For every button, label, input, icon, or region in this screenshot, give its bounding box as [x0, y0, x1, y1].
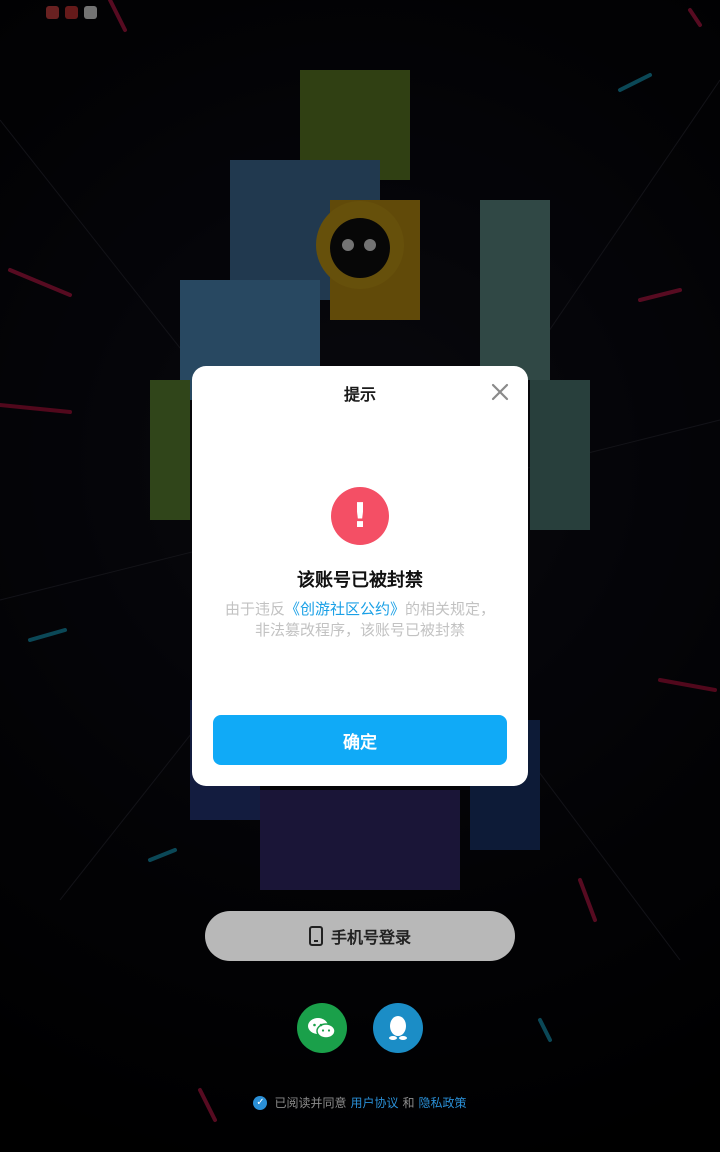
- dialog-heading: 该账号已被封禁: [297, 570, 423, 591]
- agreement-line: ✓ 已阅读并同意 用户协议 和 隐私政策: [0, 1094, 720, 1111]
- qq-icon: [389, 1016, 407, 1040]
- wechat-login-button[interactable]: [297, 1003, 347, 1053]
- alert-icon: !: [331, 487, 389, 545]
- community-guidelines-link[interactable]: 《创游社区公约》: [285, 600, 405, 618]
- phone-login-button[interactable]: 手机号登录: [205, 911, 515, 961]
- dialog-body: 由于违反《创游社区公约》的相关规定，非法篡改程序，该账号已被封禁: [222, 599, 498, 641]
- phone-login-label: 手机号登录: [330, 928, 411, 947]
- privacy-policy-link[interactable]: 隐私政策: [419, 1094, 467, 1111]
- confirm-button[interactable]: 确定: [213, 715, 507, 765]
- agreement-and: 和: [402, 1096, 415, 1110]
- user-agreement-link[interactable]: 用户协议: [350, 1094, 398, 1111]
- qq-login-button[interactable]: [373, 1003, 423, 1053]
- dialog-title: 提示: [343, 385, 376, 404]
- agreement-checkbox[interactable]: ✓: [253, 1095, 268, 1110]
- phone-icon: [308, 926, 323, 946]
- close-button[interactable]: [490, 382, 510, 402]
- agreement-prefix: 已阅读并同意: [274, 1096, 347, 1110]
- close-icon: [491, 383, 509, 401]
- ban-notice-dialog: 提示 ! 该账号已被封禁 由于违反《创游社区公约》的相关规定，非法篡改程序，该账…: [192, 366, 528, 786]
- wechat-icon: [308, 1018, 336, 1039]
- body-prefix: 由于违反: [224, 600, 285, 618]
